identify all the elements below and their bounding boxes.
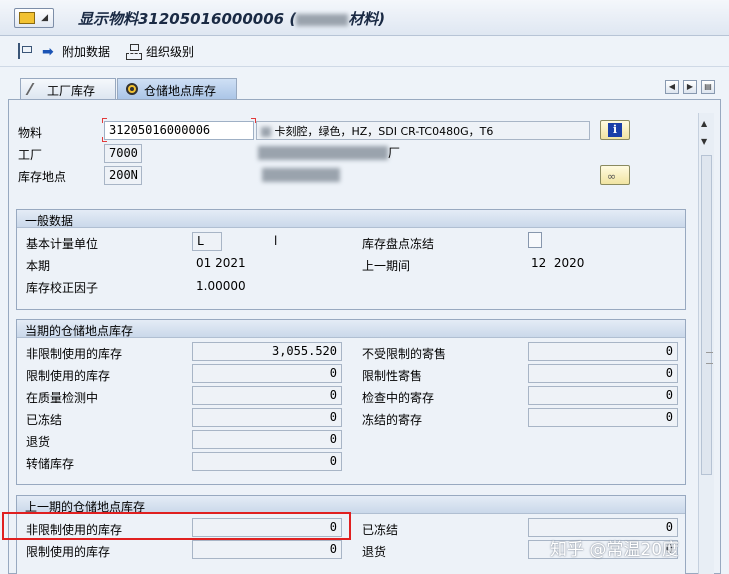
base-uom-field: L (192, 232, 222, 251)
scroll-thumb[interactable] (701, 155, 713, 475)
material-description-field: 卡刻腔，绿色，HZ，SDI CR-TC0480G，T6 (256, 121, 590, 140)
title-bar: ◢ 显示物料31205016000006 (材料) (0, 0, 729, 36)
cur-consignment-inspection-field: 0 (528, 386, 678, 405)
window-title: 显示物料31205016000006 (材料) (78, 10, 386, 28)
cur-transfer-label: 转储库存 (26, 457, 75, 471)
previous-period-value: 12 2020 (531, 256, 585, 270)
info-icon: i (608, 123, 622, 137)
tab-scroll-right-button[interactable]: ▶ (683, 80, 697, 94)
org-hierarchy-icon (126, 43, 142, 60)
material-info-button[interactable]: i (600, 120, 630, 140)
material-field[interactable]: 31205016000006 (104, 121, 254, 140)
focus-corner-tl (102, 118, 107, 123)
cur-quality-inspection-field: 0 (192, 386, 342, 405)
group-title: 一般数据 (17, 210, 685, 228)
display-details-button[interactable]: ∞ (600, 165, 630, 185)
cur-restricted-label: 限制使用的库存 (26, 369, 111, 383)
watermark-text: 知乎 @常温20度 (550, 540, 680, 560)
tree-button[interactable] (18, 43, 34, 59)
plant-description-blurred (258, 146, 388, 160)
vertical-scrollbar[interactable]: ▲ ▼ (698, 113, 714, 574)
arrow-right-icon: ➡ (42, 43, 54, 60)
tab-plant-stock[interactable]: 工厂库存 (20, 78, 116, 100)
focus-corner-bl (102, 137, 107, 142)
plant-description-tail: 厂 (388, 146, 401, 160)
cur-consignment-blocked-field: 0 (528, 408, 678, 427)
group-title: 当期的仓储地点库存 (17, 320, 685, 338)
cur-consignment-unrestricted-field: 0 (528, 342, 678, 361)
cur-quality-inspection-label: 在质量检测中 (26, 391, 99, 405)
storage-location-field: 200N (104, 166, 142, 185)
cur-consignment-restricted-label: 限制性寄售 (362, 369, 423, 383)
application-toolbar: ➡ 附加数据 组织级别 (0, 37, 729, 67)
material-label: 物料 (18, 126, 43, 140)
previous-period-label: 上一期间 (362, 259, 411, 273)
prev-returns-label: 退货 (362, 545, 387, 559)
scroll-up-icon[interactable]: ▲ (701, 119, 707, 128)
inventory-freeze-label: 库存盘点冻结 (362, 237, 435, 251)
cur-blocked-label: 已冻结 (26, 413, 63, 427)
base-uom-text: l (274, 234, 278, 248)
prev-restricted-field: 0 (192, 540, 342, 559)
cur-consignment-blocked-label: 冻结的寄存 (362, 413, 423, 427)
correction-factor-value: 1.00000 (196, 279, 246, 293)
storage-location-label: 库存地点 (18, 170, 67, 184)
cur-unrestricted-label: 非限制使用的库存 (26, 347, 123, 361)
cur-consignment-restricted-field: 0 (528, 364, 678, 383)
plant-field: 7000 (104, 144, 142, 163)
base-uom-label: 基本计量单位 (26, 237, 99, 251)
storage-location-description-blurred (262, 168, 340, 182)
scroll-down-icon[interactable]: ▼ (701, 137, 707, 146)
cur-unrestricted-field: 3,055.520 (192, 342, 342, 361)
cur-consignment-unrestricted-label: 不受限制的寄售 (362, 347, 447, 361)
highlight-annotation-box (2, 512, 351, 540)
org-levels-button[interactable]: 组织级别 (126, 43, 194, 60)
prev-blocked-label: 已冻结 (362, 523, 399, 537)
menu-icon[interactable]: ◢ (14, 8, 54, 28)
cur-blocked-field: 0 (192, 408, 342, 427)
inventory-freeze-checkbox[interactable] (528, 232, 542, 248)
tab-marker-icon (25, 83, 45, 95)
correction-factor-label: 库存校正因子 (26, 281, 99, 295)
glasses-icon: ∞ (607, 170, 617, 183)
current-period-label: 本期 (26, 259, 51, 273)
cur-returns-field: 0 (192, 430, 342, 449)
additional-data-button[interactable]: ➡ 附加数据 (42, 43, 110, 60)
tab-storage-location-stock[interactable]: 仓储地点库存 (117, 78, 237, 100)
plant-label: 工厂 (18, 148, 43, 162)
tree-icon (18, 43, 34, 59)
cur-restricted-field: 0 (192, 364, 342, 383)
target-icon (126, 83, 138, 95)
cur-transfer-field: 0 (192, 452, 342, 471)
cur-returns-label: 退货 (26, 435, 51, 449)
tab-scroll-left-button[interactable]: ◀ (665, 80, 679, 94)
cur-consignment-inspection-label: 检查中的寄存 (362, 391, 435, 405)
current-period-value: 01 2021 (196, 256, 246, 270)
prev-restricted-label: 限制使用的库存 (26, 545, 111, 559)
tab-list-button[interactable]: ▤ (701, 80, 715, 94)
general-data-group: 一般数据 (16, 209, 686, 310)
